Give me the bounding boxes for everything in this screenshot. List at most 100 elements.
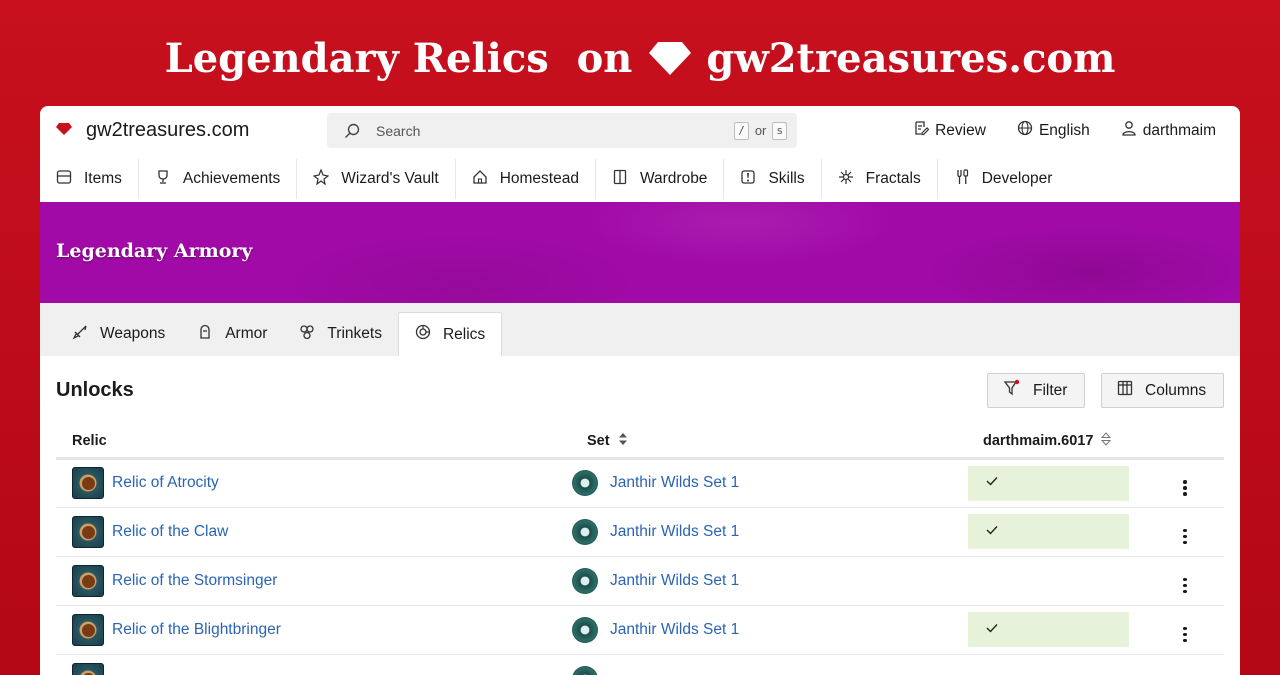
nav-label-items: Items <box>84 170 122 187</box>
nav-item-homestead[interactable]: Homestead <box>456 159 596 199</box>
language-label: English <box>1038 121 1090 139</box>
nav-item-wardrobe[interactable]: Wardrobe <box>596 159 725 199</box>
nav-item-wizards-vault[interactable]: Wizard's Vault <box>297 159 456 199</box>
table-row: Relic of Atrocity Janthir Wilds Set 1 <box>56 458 1224 508</box>
search-input[interactable]: Search / or s <box>327 113 797 148</box>
header-actions <box>1146 426 1224 460</box>
check-icon <box>985 621 999 639</box>
check-icon <box>985 474 999 492</box>
sort-icon <box>618 432 628 450</box>
locked-cell <box>968 654 1146 675</box>
filter-button[interactable]: Filter <box>987 373 1085 408</box>
review-label: Review <box>935 121 986 139</box>
shortcut-key-slash: / <box>734 121 749 140</box>
row-menu-icon[interactable] <box>1183 528 1187 544</box>
columns-label: Columns <box>1145 381 1207 399</box>
row-menu-icon[interactable] <box>1183 577 1187 593</box>
home-icon <box>472 169 488 190</box>
tab-label-trinkets: Trinkets <box>327 325 382 342</box>
nav-item-items[interactable]: Items <box>40 159 139 199</box>
user-nav: Review English darthmaim <box>913 120 1216 141</box>
trophy-icon <box>155 169 171 190</box>
page-hero: Legendary Armory <box>40 202 1240 303</box>
set-icon <box>572 518 598 545</box>
header-account-label: darthmaim.6017 <box>983 433 1094 450</box>
relic-link[interactable]: Relic of the Claw <box>112 523 228 541</box>
relic-link[interactable]: Relic of Atrocity <box>112 474 219 492</box>
armor-icon <box>197 324 213 345</box>
columns-button[interactable]: Columns <box>1101 373 1224 408</box>
relic-icon <box>72 515 104 548</box>
skills-icon <box>740 169 756 190</box>
unlocked-cell <box>968 465 1129 501</box>
filter-icon <box>1003 379 1021 402</box>
table-row: Relic of the Stormsinger Janthir Wilds S… <box>56 556 1224 606</box>
unlocked-cell <box>968 514 1129 549</box>
banner-text-right: gw2treasures.com <box>706 34 1116 82</box>
browser-window: gw2treasures.com Search / or s Review En… <box>40 106 1240 675</box>
relic-icon <box>72 467 104 499</box>
header-relic-label: Relic <box>72 433 107 450</box>
site-logo[interactable]: gw2treasures.com <box>56 119 249 142</box>
review-link[interactable]: Review <box>913 120 986 141</box>
tab-armor[interactable]: Armor <box>181 312 283 356</box>
tab-relics[interactable]: Relics <box>397 312 503 356</box>
set-link[interactable]: Janthir Wilds Set 1 <box>610 621 739 639</box>
nav-item-fractals[interactable]: Fractals <box>822 159 938 199</box>
table-row: Relic of the Blightbringer Janthir Wilds… <box>56 605 1224 655</box>
filter-label: Filter <box>1033 381 1068 399</box>
relic-link[interactable]: Relic of the Blightbringer <box>112 621 281 639</box>
promo-banner: Legendary Relics on gw2treasures.com <box>0 30 1280 86</box>
main-nav: Items Achievements Wizard's Vault Homest… <box>40 156 1240 202</box>
fractals-icon <box>838 169 854 190</box>
tab-trinkets[interactable]: Trinkets <box>283 312 398 356</box>
nav-item-developer[interactable]: Developer <box>938 159 1069 199</box>
page-title: Legendary Armory <box>56 240 253 262</box>
gem-icon <box>648 40 692 76</box>
relics-icon <box>415 324 431 345</box>
table-header-row: Relic Set darthmaim.6017 <box>56 426 1224 460</box>
logo-text: gw2treasures.com <box>86 119 250 141</box>
shortcut-or: or <box>754 123 767 138</box>
nav-label-wizards-vault: Wizard's Vault <box>341 170 439 187</box>
header-account[interactable]: darthmaim.6017 <box>968 426 1146 460</box>
section-title: Unlocks <box>56 379 134 401</box>
row-menu-icon[interactable] <box>1183 480 1187 496</box>
columns-icon <box>1117 380 1133 401</box>
tab-label-armor: Armor <box>225 325 268 342</box>
language-selector[interactable]: English <box>1017 120 1090 141</box>
locked-cell <box>968 556 1146 606</box>
relic-link[interactable]: Relic of the Stormsinger <box>112 572 277 590</box>
tab-label-weapons: Weapons <box>100 325 166 342</box>
header-relic[interactable]: Relic <box>56 426 570 460</box>
nav-item-skills[interactable]: Skills <box>724 159 822 199</box>
sub-tabs: Weapons Armor Trinkets Relics <box>40 303 1240 356</box>
tab-label-relics: Relics <box>442 325 486 343</box>
banner-text-left: Legendary Relics on <box>164 34 633 82</box>
nav-label-developer: Developer <box>981 170 1053 187</box>
header-set[interactable]: Set <box>570 426 968 460</box>
relic-icon <box>72 662 104 675</box>
relic-icon <box>72 613 104 646</box>
globe-icon <box>1017 120 1033 141</box>
row-menu-icon[interactable] <box>1183 626 1187 642</box>
search-icon <box>344 123 360 139</box>
nav-label-wardrobe: Wardrobe <box>639 170 708 187</box>
set-link[interactable]: Janthir Wilds Set 1 <box>610 474 739 492</box>
relic-icon <box>72 564 104 597</box>
set-link[interactable]: Janthir Wilds Set 1 <box>610 523 739 541</box>
search-placeholder: Search <box>376 122 421 139</box>
set-icon <box>572 616 598 643</box>
user-menu[interactable]: darthmaim <box>1121 120 1216 141</box>
review-icon <box>913 120 930 141</box>
user-icon <box>1121 120 1137 141</box>
nav-label-skills: Skills <box>768 170 805 187</box>
set-link[interactable]: Janthir Wilds Set 1 <box>610 572 739 590</box>
header-set-label: Set <box>587 433 610 450</box>
wizard-icon <box>312 167 330 190</box>
check-icon <box>985 523 999 541</box>
nav-item-achievements[interactable]: Achievements <box>139 159 298 199</box>
set-icon <box>572 470 598 496</box>
tab-weapons[interactable]: Weapons <box>56 312 181 356</box>
nav-label-fractals: Fractals <box>865 170 921 187</box>
